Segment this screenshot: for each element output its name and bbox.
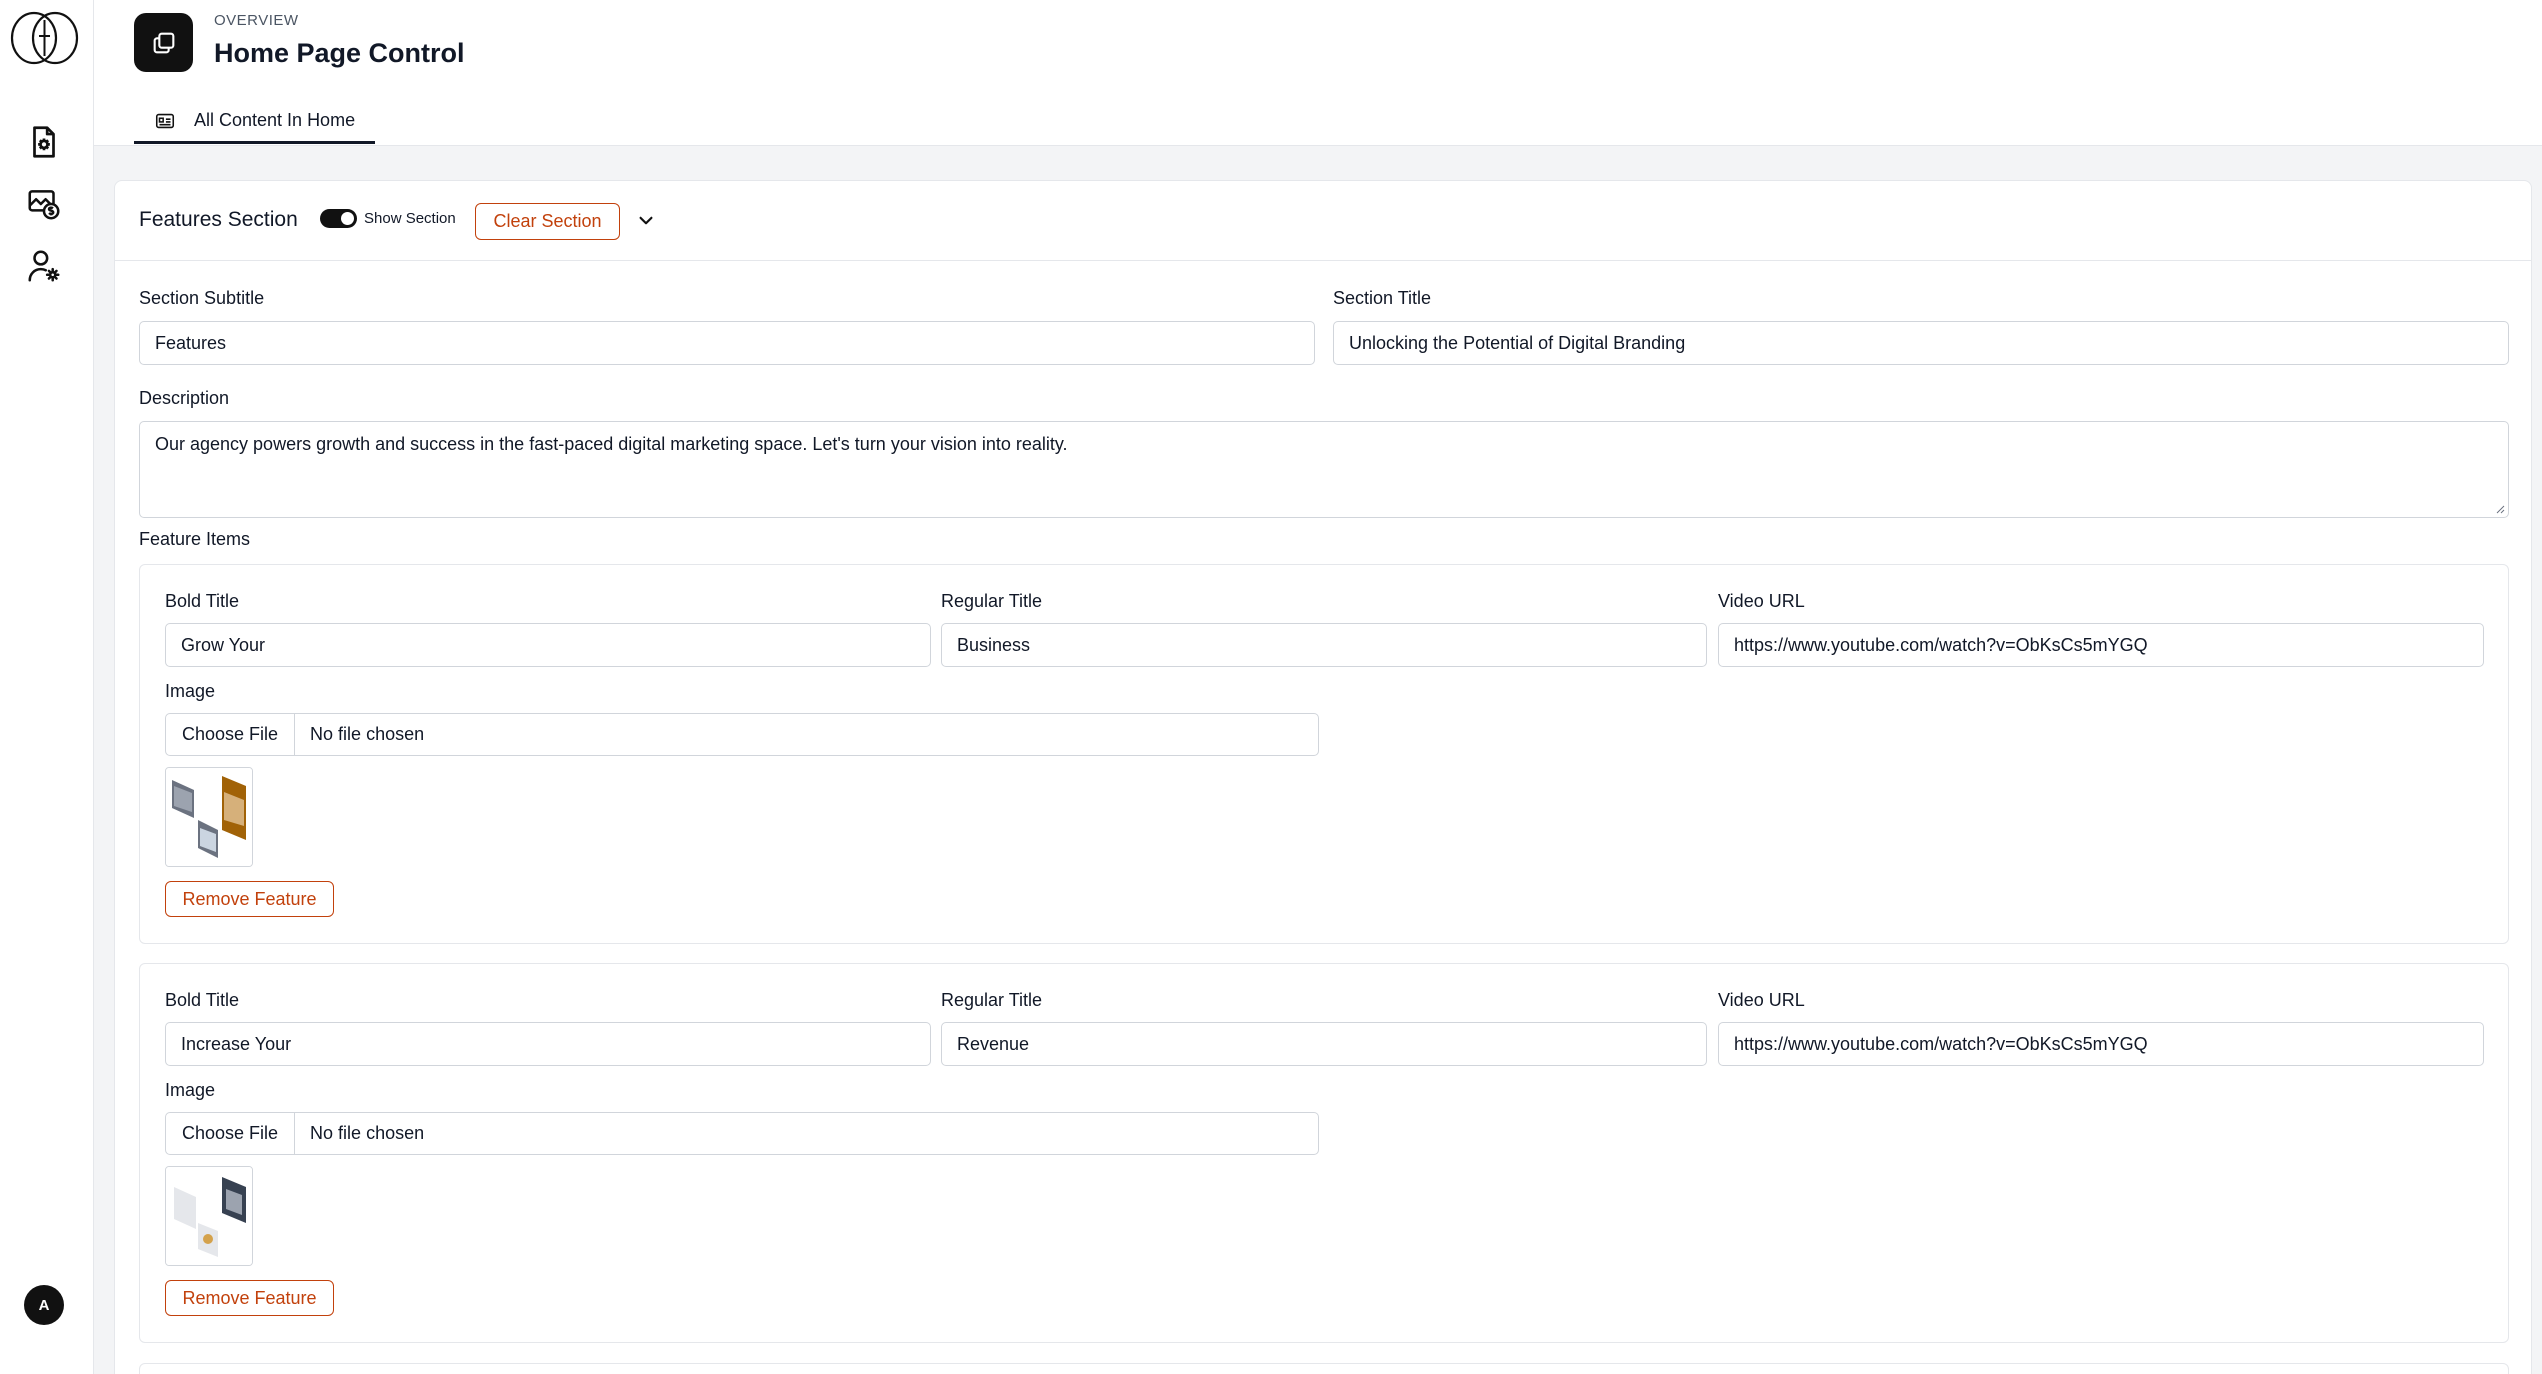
image-file-input[interactable]: Choose File No file chosen xyxy=(165,713,1319,756)
feature-items-label: Feature Items xyxy=(139,529,251,549)
choose-file-button[interactable]: Choose File xyxy=(166,714,296,755)
bold-title-input[interactable]: Increase Your xyxy=(165,1022,931,1066)
description-text: Our agency powers growth and success in … xyxy=(155,434,1068,454)
section-subtitle-label: Section Subtitle xyxy=(139,288,265,308)
user-settings-icon[interactable] xyxy=(24,246,64,286)
section-subtitle-input[interactable]: Features xyxy=(139,321,1315,365)
regular-title-label: Regular Title xyxy=(941,591,1043,611)
brand-logo[interactable] xyxy=(8,8,81,68)
show-section-label: Show Section xyxy=(364,210,456,227)
money-image-icon[interactable] xyxy=(24,184,64,224)
description-label: Description xyxy=(139,388,230,408)
tab-all-content-in-home[interactable]: All Content In Home xyxy=(134,100,376,144)
page-header: OVERVIEW Home Page Control All Content I… xyxy=(94,0,2542,146)
regular-title-input[interactable]: Revenue xyxy=(941,1022,1707,1066)
page-title: Home Page Control xyxy=(214,38,465,68)
clear-section-button[interactable]: Clear Section xyxy=(475,203,620,240)
video-url-input[interactable]: https://www.youtube.com/watch?v=ObKsCs5m… xyxy=(1718,623,2484,667)
image-label: Image xyxy=(165,1080,216,1100)
feature-item: Bold Title Increase Your Regular Title R… xyxy=(139,963,2509,1343)
feature-image-thumbnail xyxy=(165,767,253,867)
section-title-label: Section Title xyxy=(1333,288,1432,308)
remove-feature-button[interactable]: Remove Feature xyxy=(165,881,334,917)
document-settings-icon[interactable] xyxy=(24,122,64,162)
file-status-text: No file chosen xyxy=(310,1123,425,1143)
section-title-input[interactable]: Unlocking the Potential of Digital Brand… xyxy=(1333,321,2509,365)
regular-title-label: Regular Title xyxy=(941,990,1043,1010)
description-textarea[interactable]: Our agency powers growth and success in … xyxy=(139,421,2509,518)
features-section-card: Features Section Show Section Clear Sect… xyxy=(114,180,2532,1374)
feature-item xyxy=(139,1363,2509,1374)
image-label: Image xyxy=(165,681,216,701)
section-name: Features Section xyxy=(139,208,298,231)
resize-grip-icon[interactable] xyxy=(2495,504,2505,514)
file-status-text: No file chosen xyxy=(310,724,425,744)
video-url-label: Video URL xyxy=(1718,591,1805,611)
bold-title-label: Bold Title xyxy=(165,990,240,1010)
tab-label: All Content In Home xyxy=(194,110,356,130)
remove-feature-button[interactable]: Remove Feature xyxy=(165,1280,334,1316)
section-header: Features Section Show Section Clear Sect… xyxy=(115,181,2531,261)
bold-title-label: Bold Title xyxy=(165,591,240,611)
regular-title-input[interactable]: Business xyxy=(941,623,1707,667)
bold-title-input[interactable]: Grow Your xyxy=(165,623,931,667)
id-card-icon xyxy=(155,113,175,128)
user-avatar[interactable]: A xyxy=(24,1285,64,1325)
show-section-toggle[interactable] xyxy=(320,209,357,228)
image-file-input[interactable]: Choose File No file chosen xyxy=(165,1112,1319,1155)
video-url-input[interactable]: https://www.youtube.com/watch?v=ObKsCs5m… xyxy=(1718,1022,2484,1066)
choose-file-button[interactable]: Choose File xyxy=(166,1113,296,1154)
video-url-label: Video URL xyxy=(1718,990,1805,1010)
breadcrumb-overline: OVERVIEW xyxy=(214,12,299,29)
copy-icon xyxy=(134,13,193,72)
sidebar: A xyxy=(0,0,94,1374)
feature-item: Bold Title Grow Your Regular Title Busin… xyxy=(139,564,2509,944)
feature-image-thumbnail xyxy=(165,1166,253,1266)
chevron-down-icon[interactable] xyxy=(633,207,659,233)
avatar-initial: A xyxy=(38,1296,50,1314)
